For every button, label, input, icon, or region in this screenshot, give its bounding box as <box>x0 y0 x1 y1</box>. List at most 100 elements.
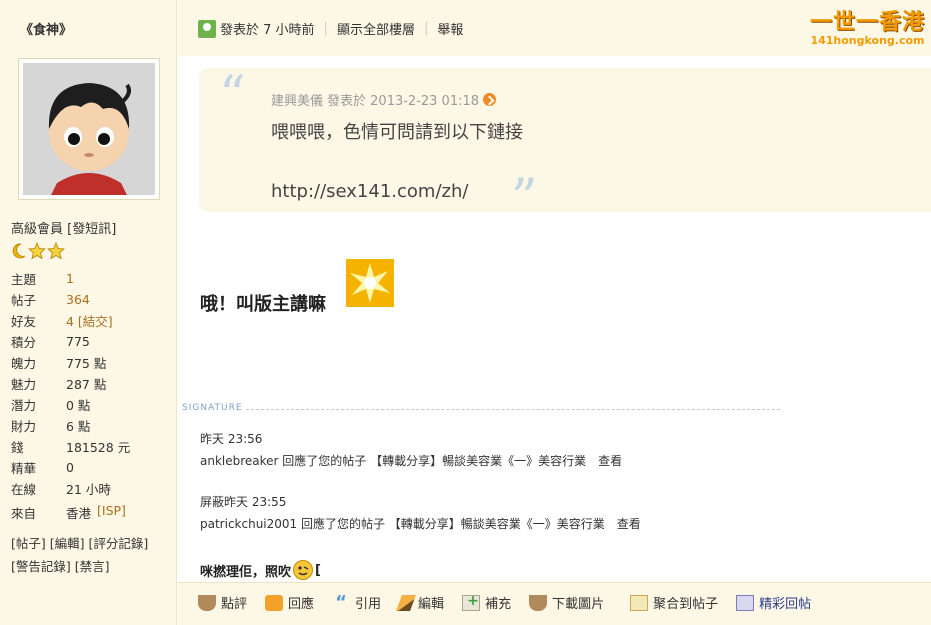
stat-value[interactable]: 1 <box>66 271 74 286</box>
post-header: 發表於 7 小時前 | 顯示全部樓層 | 舉報 一世一香港 141hongkon… <box>178 0 931 56</box>
featured-reply-label: 精彩回帖 <box>759 597 812 612</box>
stat-row: 潛力 0 點 <box>11 394 130 415</box>
download-images-button[interactable]: 下載圖片 <box>529 593 604 612</box>
stat-label: 魄力 <box>11 356 37 371</box>
stat-row: 好友 4 [結交] <box>11 310 130 331</box>
stat-label: 帖子 <box>11 293 37 308</box>
profile-links-row-1[interactable]: [帖子] [編輯] [評分記錄] <box>11 532 148 555</box>
stat-value: 21 小時 <box>66 482 111 497</box>
aggregate-button[interactable]: 聚合到帖子 <box>630 593 718 612</box>
stat-value: 775 點 <box>66 356 107 371</box>
reply-label: 回應 <box>288 597 315 612</box>
supplement-label: 補充 <box>485 597 512 612</box>
document-icon <box>630 594 649 611</box>
stat-value: 181528 元 <box>66 440 131 455</box>
signature-entry: 昨天 23:56 anklebreaker 回應了您的帖子 【轉載分享】暢談美容… <box>200 428 622 472</box>
stat-row: 魄力 775 點 <box>11 352 130 373</box>
emoji-icon <box>293 560 314 580</box>
quote-icon: “ <box>335 591 347 613</box>
stat-label: 潛力 <box>11 398 37 413</box>
avatar[interactable] <box>18 58 160 200</box>
signature-label: SIGNATURE <box>182 403 243 413</box>
stat-row: 精華 0 <box>11 457 130 478</box>
logo-subtext: 141hongkong.com <box>810 34 925 47</box>
stat-value: 0 點 <box>66 398 91 413</box>
stat-label: 在線 <box>11 482 37 497</box>
stat-value: 0 <box>66 460 74 475</box>
stat-label: 精華 <box>11 461 37 476</box>
isp-link[interactable]: [ISP] <box>97 503 126 522</box>
stat-row: 魅力 287 點 <box>11 373 130 394</box>
send-message-link[interactable]: [發短訊] <box>67 222 116 237</box>
stat-label: 錢 <box>11 440 24 455</box>
stat-value: 6 點 <box>66 419 91 434</box>
featured-icon <box>736 594 755 611</box>
star-icon <box>47 242 65 260</box>
rank-label: 高級會員 <box>11 222 64 237</box>
profile-links: [帖子] [編輯] [評分記錄] [警告記錄] [禁言] <box>11 532 148 578</box>
logo-text: 一世一香港 <box>809 9 925 35</box>
user-stats: 主題 1 帖子 364 好友 4 [結交] 積分 775 魄力 775 點魅力 287 點潛力 0 點… <box>11 268 130 499</box>
reply-button[interactable]: 回應 <box>265 593 314 612</box>
burst-icon <box>346 259 394 307</box>
stat-label: 積分 <box>11 335 37 350</box>
coffee-cup-icon <box>529 594 548 611</box>
pencil-icon <box>396 594 416 611</box>
edit-button[interactable]: 編輯 <box>396 593 445 612</box>
location-row: 來自 香港 [ISP] <box>11 503 126 522</box>
signature-text[interactable]: patrickchui2001 回應了您的帖子 【轉載分享】暢談美容業《一》美容… <box>200 513 641 535</box>
stat-value: 775 <box>66 334 90 349</box>
reply-icon <box>265 594 284 611</box>
quote-meta: 建興美儀 發表於 2013-2-23 01:18 <box>271 90 497 109</box>
location-label: 來自 <box>11 506 37 521</box>
close-quote-icon: ” <box>511 169 538 229</box>
user-icon <box>198 19 216 38</box>
signature-time: 昨天 23:56 <box>200 432 263 446</box>
stat-value: 287 點 <box>66 377 107 392</box>
stat-value[interactable]: 364 <box>66 292 90 307</box>
signature-time: 屏蔽昨天 23:55 <box>200 495 287 509</box>
quote-posted-at: 發表於 2013-2-23 01:18 <box>327 94 480 109</box>
stat-row: 在線 21 小時 <box>11 478 130 499</box>
stat-value[interactable]: 4 [結交] <box>66 311 113 330</box>
download-images-label: 下載圖片 <box>552 597 605 612</box>
stat-row: 積分 775 <box>11 331 130 352</box>
stat-label: 魅力 <box>11 377 37 392</box>
report-link[interactable]: 舉報 <box>437 19 463 38</box>
quote-button[interactable]: “ 引用 <box>332 593 381 612</box>
signature-suffix: [ <box>315 562 321 578</box>
jump-to-post-icon[interactable] <box>483 93 497 106</box>
stat-row: 財力 6 點 <box>11 415 130 436</box>
stat-label: 主題 <box>11 272 37 287</box>
moon-icon <box>12 243 26 259</box>
supplement-button[interactable]: 補充 <box>462 593 511 612</box>
divider: | <box>423 21 429 36</box>
avatar-image <box>23 63 155 195</box>
featured-reply-button[interactable]: 精彩回帖 <box>736 593 811 612</box>
divider: | <box>323 21 328 36</box>
member-rank: 高級會員 [發短訊] <box>11 218 116 237</box>
rate-button[interactable]: 點評 <box>198 593 247 612</box>
post-body: 哦！叫版主講嘛 <box>200 294 326 315</box>
stat-row: 帖子 364 <box>11 289 130 310</box>
username[interactable]: 《食神》 <box>20 19 72 38</box>
signature-text[interactable]: anklebreaker 回應了您的帖子 【轉載分享】暢談美容業《一》美容行業 … <box>200 450 622 472</box>
edit-label: 編輯 <box>418 597 445 612</box>
signature-entry: 咪撚理佢，照吹 [ <box>200 560 321 580</box>
signature-text: 咪撚理佢，照吹 <box>200 564 292 580</box>
profile-links-row-2[interactable]: [警告記錄] [禁言] <box>11 555 148 578</box>
quote-author[interactable]: 建興美儀 <box>271 90 323 109</box>
site-logo[interactable]: 一世一香港 141hongkong.com <box>810 4 925 47</box>
add-note-icon <box>462 593 481 611</box>
coffee-cup-icon <box>198 594 216 611</box>
signature-entry: 屏蔽昨天 23:55 patrickchui2001 回應了您的帖子 【轉載分享… <box>200 491 641 535</box>
show-all-floors-link[interactable]: 顯示全部樓層 <box>337 19 415 38</box>
star-icon <box>28 242 46 260</box>
quoted-post: “ 建興美儀 發表於 2013-2-23 01:18 喂喂喂，色情可問請到以下鏈… <box>199 68 931 225</box>
stat-row: 錢 181528 元 <box>11 436 130 457</box>
rank-stars <box>11 242 65 260</box>
quote-label: 引用 <box>355 597 382 612</box>
posted-time: 發表於 7 小時前 <box>220 23 315 38</box>
stat-row: 主題 1 <box>11 268 130 289</box>
post-actions-bar: 點評 回應 “ 引用 編輯 補充 下載圖片 聚合到帖子 精彩回帖 <box>178 582 931 625</box>
